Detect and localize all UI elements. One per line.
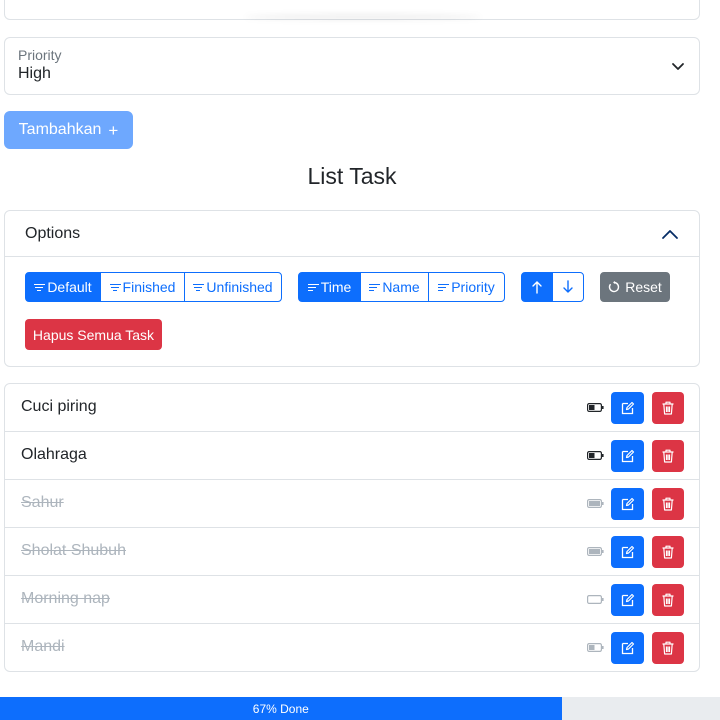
filter-finished-label: Finished — [122, 279, 176, 295]
trash-icon — [662, 593, 674, 607]
task-list: Cuci piring Olahraga Sahur Sholat Shubuh Mor… — [4, 383, 700, 672]
order-ascending-button[interactable] — [521, 272, 553, 302]
reset-label: Reset — [625, 279, 662, 295]
edit-icon — [621, 449, 634, 463]
filter-default-button[interactable]: Default — [25, 272, 101, 302]
battery-icon — [587, 499, 604, 508]
options-header-label: Options — [25, 225, 81, 242]
sort-time-button[interactable]: Time — [298, 272, 361, 302]
sort-name-label: Name — [382, 279, 420, 295]
edit-task-button[interactable] — [611, 536, 644, 568]
chevron-up-icon — [662, 230, 678, 239]
edit-icon — [621, 401, 634, 415]
progress-label: 67% Done — [252, 701, 309, 716]
delete-all-button[interactable]: Hapus Semua Task — [25, 319, 162, 350]
delete-task-button[interactable] — [652, 632, 684, 664]
edit-task-button[interactable] — [611, 440, 644, 472]
arrow-down-icon — [563, 280, 573, 293]
input-shadow — [245, 14, 481, 20]
filter-icon — [193, 283, 205, 291]
edit-icon — [621, 593, 634, 607]
progress-bar: 67% Done — [0, 697, 720, 720]
top-input-card — [4, 0, 700, 20]
priority-label: Priority — [18, 47, 62, 63]
arrow-up-icon — [532, 281, 542, 294]
battery-icon — [587, 451, 604, 460]
task-row: Olahraga — [5, 432, 699, 480]
battery-icon — [587, 595, 604, 604]
edit-task-button[interactable] — [611, 584, 644, 616]
filter-unfinished-label: Unfinished — [206, 279, 273, 295]
sort-time-label: Time — [320, 279, 352, 295]
add-button-label: Tambahkan — [18, 121, 102, 138]
edit-icon — [621, 641, 634, 655]
filter-default-label: Default — [47, 279, 92, 295]
filter-button-group: Default Finished Unfinished — [25, 272, 282, 302]
delete-all-label: Hapus Semua Task — [32, 326, 155, 343]
filter-icon — [109, 283, 121, 291]
edit-task-button[interactable] — [611, 488, 644, 520]
list-title: List Task — [307, 163, 397, 189]
sort-icon — [307, 283, 319, 291]
order-descending-button[interactable] — [552, 272, 584, 302]
task-name: Sholat Shubuh — [21, 542, 126, 559]
edit-icon — [621, 497, 634, 511]
delete-task-button[interactable] — [652, 488, 684, 520]
battery-icon — [587, 547, 604, 556]
delete-task-button[interactable] — [652, 536, 684, 568]
edit-task-button[interactable] — [611, 392, 644, 424]
trash-icon — [662, 449, 674, 463]
sort-name-button[interactable]: Name — [360, 272, 429, 302]
progress-fill: 67% Done — [0, 697, 562, 720]
sort-icon — [438, 283, 450, 291]
edit-task-button[interactable] — [611, 632, 644, 664]
task-row: Mandi — [5, 624, 699, 671]
delete-task-button[interactable] — [652, 392, 684, 424]
edit-icon — [621, 545, 634, 559]
battery-icon — [587, 643, 604, 652]
sort-button-group: Time Name Priority — [298, 272, 505, 302]
task-name: Olahraga — [21, 446, 87, 463]
trash-icon — [662, 497, 674, 511]
filter-unfinished-button[interactable]: Unfinished — [184, 272, 282, 302]
trash-icon — [662, 401, 674, 415]
add-task-button[interactable]: Tambahkan + — [4, 111, 133, 149]
delete-task-button[interactable] — [652, 584, 684, 616]
task-name: Morning nap — [21, 590, 110, 607]
filter-finished-button[interactable]: Finished — [100, 272, 185, 302]
task-name: Sahur — [21, 494, 64, 511]
task-row: Cuci piring — [5, 384, 699, 432]
chevron-down-icon — [672, 63, 684, 70]
task-row: Sahur — [5, 480, 699, 528]
delete-task-button[interactable] — [652, 440, 684, 472]
priority-select[interactable]: Priority High — [4, 37, 700, 95]
task-name: Cuci piring — [21, 398, 97, 415]
task-row: Sholat Shubuh — [5, 528, 699, 576]
battery-icon — [587, 403, 604, 412]
task-row: Morning nap — [5, 576, 699, 624]
priority-value: High — [18, 65, 51, 82]
trash-icon — [662, 641, 674, 655]
order-button-group — [521, 272, 584, 302]
options-header[interactable]: Options — [5, 211, 699, 257]
reset-button[interactable]: Reset — [600, 272, 670, 302]
trash-icon — [662, 545, 674, 559]
task-name: Mandi — [21, 638, 65, 655]
sort-priority-button[interactable]: Priority — [428, 272, 505, 302]
filter-icon — [34, 283, 46, 291]
reset-icon — [609, 281, 620, 293]
sort-priority-label: Priority — [451, 279, 495, 295]
plus-icon: + — [108, 120, 119, 140]
sort-icon — [369, 283, 381, 291]
